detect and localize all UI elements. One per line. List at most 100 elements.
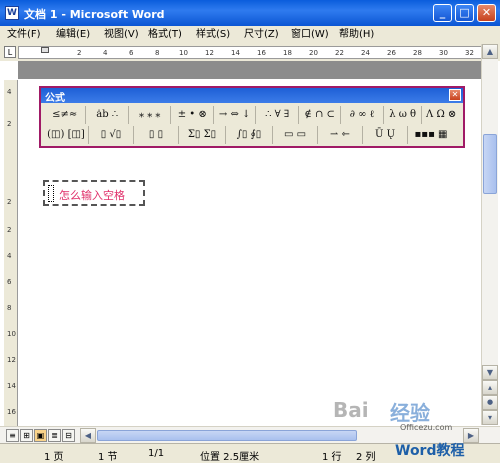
underbar-overbar-templates-button[interactable]: ▭ ▭ — [273, 126, 318, 144]
ruler-tick: 14 — [231, 49, 240, 57]
menu-size[interactable]: 尺寸(Z) — [244, 27, 279, 43]
web-layout-view-icon[interactable]: ⊞ — [20, 429, 33, 442]
fence-templates-button[interactable]: (◫) [◫] — [44, 126, 89, 144]
ruler-tick: 2 — [77, 49, 82, 57]
relational-symbols-button[interactable]: ≤≠≈ — [44, 106, 87, 124]
ruler-tick: 4 — [103, 49, 108, 57]
equation-edit-box[interactable]: 怎么输入空格 — [43, 180, 145, 206]
minimize-button[interactable]: _ — [433, 4, 452, 22]
equation-toolbar-title: 公式 — [45, 93, 65, 104]
insertion-slot-icon — [48, 185, 54, 202]
ruler-tick: 18 — [283, 49, 292, 57]
status-column: 2 列 — [356, 452, 376, 463]
greek-uppercase-button[interactable]: Λ Ω ⊗ — [422, 106, 460, 124]
ruler-tick: 2 — [7, 226, 12, 234]
ruler-tick: 8 — [7, 304, 12, 312]
misc-symbols-button[interactable]: ∂ ∞ ℓ — [341, 106, 384, 124]
print-layout-view-icon[interactable]: ▣ — [34, 429, 47, 442]
horizontal-scroll-thumb[interactable] — [97, 430, 357, 441]
set-theory-symbols-button[interactable]: ∉ ∩ ⊂ — [299, 106, 342, 124]
ruler-tick: 16 — [257, 49, 266, 57]
horizontal-ruler[interactable]: 2 4 6 8 10 12 14 16 18 20 22 24 26 28 30… — [18, 46, 490, 59]
select-browse-object-icon[interactable]: ● — [482, 395, 498, 410]
ruler-tick: 14 — [7, 382, 16, 390]
labeled-arrow-templates-button[interactable]: ⇀ ⇽ — [318, 126, 363, 144]
status-page: 1 页 — [44, 452, 64, 463]
vertical-scrollbar[interactable]: ▲ ▼ ▴ ● ▾ — [481, 44, 498, 425]
status-page-of: 1/1 — [148, 448, 165, 459]
spaces-ellipses-button[interactable]: ȧb ∴ — [86, 106, 129, 124]
ruler-tick: 6 — [7, 278, 12, 286]
word-app-icon[interactable]: W — [5, 6, 19, 20]
ruler-tick: 4 — [7, 88, 12, 96]
status-position: 位置 2.5厘米 — [200, 452, 260, 463]
menu-style[interactable]: 样式(S) — [196, 27, 230, 43]
subscript-superscript-templates-button[interactable]: ▯ ▯ — [134, 126, 179, 144]
ruler-tick: 2 — [7, 198, 12, 206]
indent-marker-icon[interactable] — [41, 47, 49, 53]
baidu-watermark: Bai — [333, 398, 369, 422]
next-page-button[interactable]: ▾ — [482, 410, 498, 425]
ruler-tick: 24 — [361, 49, 370, 57]
status-line: 1 行 — [322, 452, 342, 463]
menu-window[interactable]: 窗口(W) — [291, 27, 329, 43]
ruler-tick: 12 — [205, 49, 214, 57]
tab-stop-selector[interactable]: L — [4, 46, 16, 58]
site-watermark: Officezu.com — [400, 423, 453, 432]
menu-file[interactable]: 文件(F) — [7, 27, 41, 43]
embellishments-button[interactable]: ⁎ ⁎ ⁎ — [129, 106, 172, 124]
ruler-tick: 6 — [129, 49, 134, 57]
fraction-radical-templates-button[interactable]: ▯ √▯ — [89, 126, 134, 144]
title-bar: W 文档 1 - Microsoft Word _ □ ✕ — [0, 0, 500, 26]
scroll-left-button[interactable]: ◀ — [80, 428, 96, 443]
ruler-tick: 10 — [179, 49, 188, 57]
scroll-thumb[interactable] — [483, 134, 497, 194]
ruler-tick: 32 — [465, 49, 474, 57]
ruler-tick: 30 — [439, 49, 448, 57]
menu-edit[interactable]: 编辑(E) — [56, 27, 90, 43]
integral-templates-button[interactable]: ∫▯ ∮▯ — [226, 126, 273, 144]
equation-toolbar[interactable]: 公式 ✕ ≤≠≈ ȧb ∴ ⁎ ⁎ ⁎ ± • ⊗ → ⇔ ↓ ∴ ∀ ∃ ∉ … — [39, 86, 465, 148]
ruler-tick: 22 — [335, 49, 344, 57]
ruler-tick: 2 — [7, 120, 12, 128]
scroll-up-button[interactable]: ▲ — [482, 44, 498, 59]
maximize-button[interactable]: □ — [455, 4, 474, 22]
products-set-theory-templates-button[interactable]: Ū Ų — [363, 126, 408, 144]
arrow-symbols-button[interactable]: → ⇔ ↓ — [214, 106, 257, 124]
menu-help[interactable]: 帮助(H) — [339, 27, 374, 43]
ruler-tick: 12 — [7, 356, 16, 364]
outline-view-icon[interactable]: ≣ — [48, 429, 61, 442]
status-section: 1 节 — [98, 452, 118, 463]
window-title: 文档 1 - Microsoft Word — [24, 8, 165, 21]
horizontal-ruler-row: L 2 4 6 8 10 12 14 16 18 20 22 24 26 28 … — [0, 44, 500, 61]
equation-toolbar-close-button[interactable]: ✕ — [449, 89, 461, 101]
operator-symbols-button[interactable]: ± • ⊗ — [171, 106, 214, 124]
menu-format[interactable]: 格式(T) — [148, 27, 182, 43]
ruler-tick: 4 — [7, 252, 12, 260]
ruler-tick: 10 — [7, 330, 16, 338]
ruler-tick: 28 — [413, 49, 422, 57]
equation-templates-row: (◫) [◫] ▯ √▯ ▯ ▯ Σ▯ Σ▯ ∫▯ ∮▯ ▭ ▭ ⇀ ⇽ Ū Ų… — [44, 126, 460, 145]
scroll-down-button[interactable]: ▼ — [482, 365, 498, 380]
equation-symbols-row: ≤≠≈ ȧb ∴ ⁎ ⁎ ⁎ ± • ⊗ → ⇔ ↓ ∴ ∀ ∃ ∉ ∩ ⊂ ∂… — [44, 106, 460, 125]
ruler-tick: 8 — [155, 49, 160, 57]
scroll-right-button[interactable]: ▶ — [463, 428, 479, 443]
close-button[interactable]: ✕ — [477, 4, 496, 22]
jingyan-watermark: 经验 — [390, 401, 430, 425]
equation-text: 怎么输入空格 — [59, 189, 125, 202]
menu-view[interactable]: 视图(V) — [104, 27, 139, 43]
ruler-tick: 26 — [387, 49, 396, 57]
normal-view-icon[interactable]: ≡ — [6, 429, 19, 442]
menu-bar: 文件(F) 编辑(E) 视图(V) 格式(T) 样式(S) 尺寸(Z) 窗口(W… — [0, 26, 500, 44]
previous-page-button[interactable]: ▴ — [482, 380, 498, 395]
ruler-tick: 20 — [309, 49, 318, 57]
reading-view-icon[interactable]: ⊟ — [62, 429, 75, 442]
greek-lowercase-button[interactable]: λ ω θ — [384, 106, 423, 124]
brand-watermark: Word教程 — [395, 443, 465, 459]
page-top-margin — [18, 61, 490, 79]
logical-symbols-button[interactable]: ∴ ∀ ∃ — [256, 106, 299, 124]
equation-toolbar-titlebar[interactable]: 公式 ✕ — [41, 88, 463, 104]
matrix-templates-button[interactable]: ▪▪▪ ▦ — [408, 126, 454, 144]
vertical-ruler[interactable]: 4 2 2 2 4 6 8 10 12 14 16 — [4, 80, 18, 426]
summation-templates-button[interactable]: Σ▯ Σ▯ — [179, 126, 226, 144]
